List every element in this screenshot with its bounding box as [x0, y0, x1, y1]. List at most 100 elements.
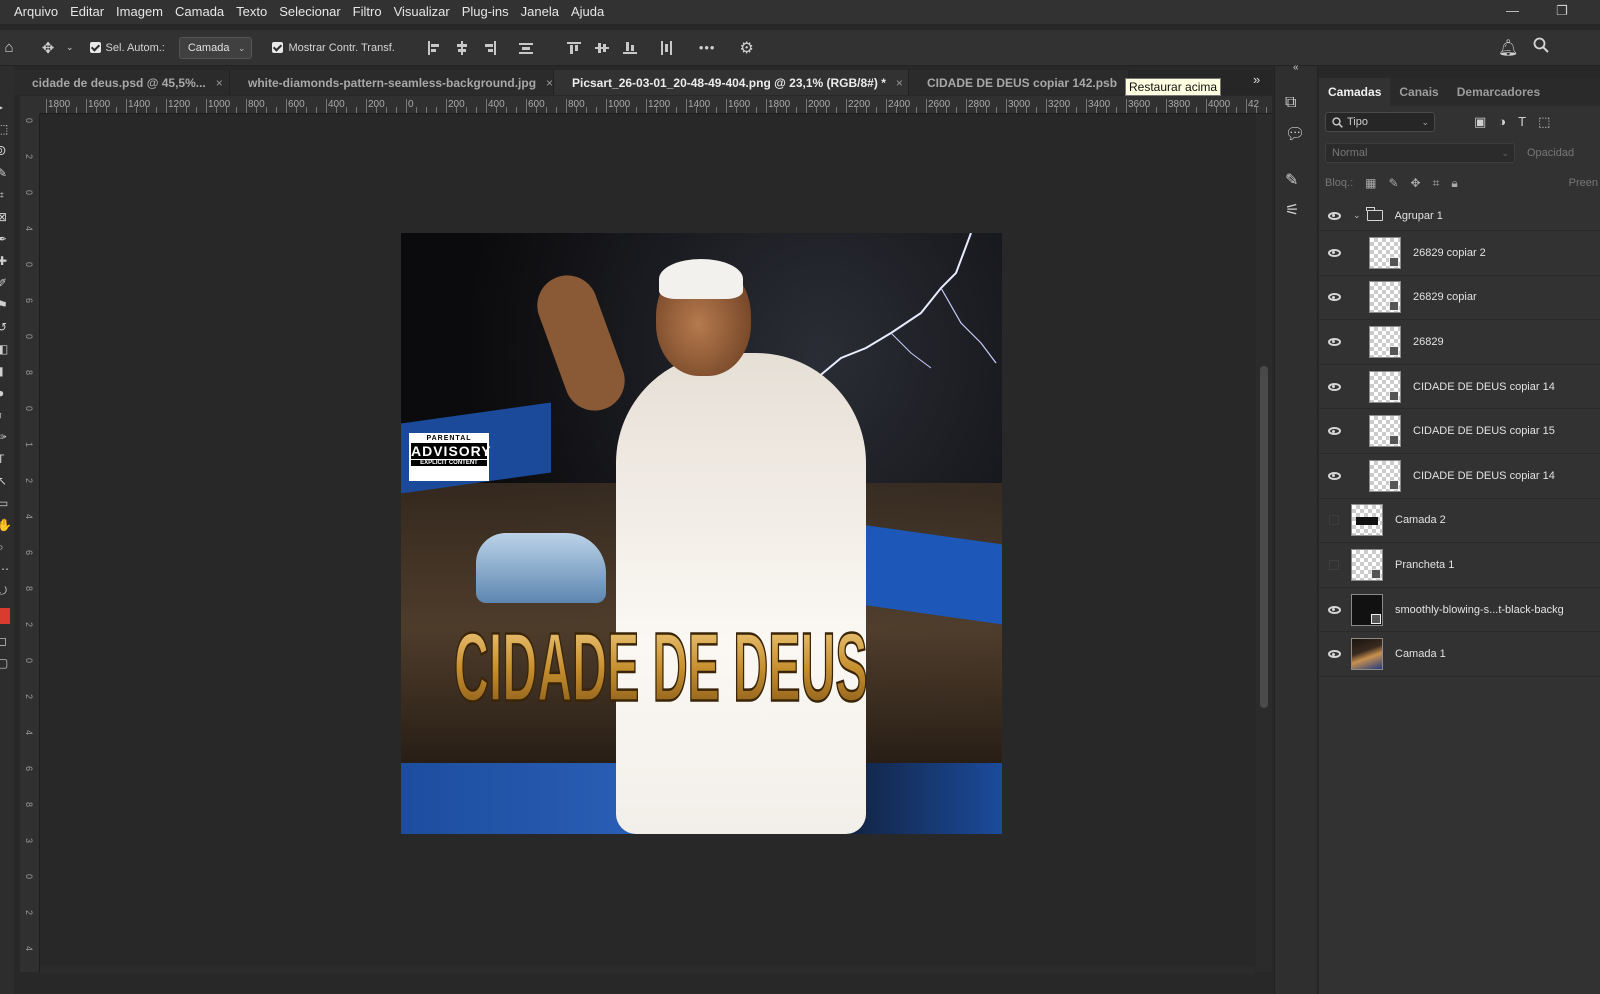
menu-imagem[interactable]: Imagem: [110, 0, 169, 24]
menu-filtro[interactable]: Filtro: [347, 0, 388, 24]
pen-tool[interactable]: ✑: [0, 426, 14, 448]
menu-janela[interactable]: Janela: [515, 0, 565, 24]
bell-icon[interactable]: 🔔︎: [1498, 38, 1518, 58]
layer-row[interactable]: CIDADE DE DEUS copiar 15: [1319, 409, 1600, 454]
tab-canais[interactable]: Canais: [1390, 78, 1447, 106]
search-icon[interactable]: [1533, 37, 1549, 53]
screen-mode-icon[interactable]: ▢: [0, 652, 14, 674]
tab-white-diamonds[interactable]: white-diamonds-pattern-seamless-backgrou…: [230, 70, 554, 95]
align-center-horizontal-icon[interactable]: [455, 40, 469, 55]
layer-row[interactable]: Prancheta 1: [1319, 543, 1600, 588]
vertical-scrollbar[interactable]: [1256, 114, 1272, 972]
visibility-toggle[interactable]: [1319, 471, 1349, 480]
image-filter-icon[interactable]: ▣: [1474, 114, 1486, 130]
type-tool[interactable]: T: [0, 448, 14, 470]
history-brush-tool[interactable]: ↺: [0, 316, 14, 338]
distribute-vertical-icon[interactable]: [659, 40, 673, 55]
align-top-icon[interactable]: [566, 41, 581, 55]
menu-plugins[interactable]: Plug-ins: [456, 0, 515, 24]
eraser-tool[interactable]: ◧: [0, 338, 14, 360]
menu-visualizar[interactable]: Visualizar: [388, 0, 456, 24]
align-middle-icon[interactable]: [594, 41, 609, 55]
brush-tool[interactable]: ✐: [0, 272, 14, 294]
lock-transparency-icon[interactable]: ▦: [1365, 176, 1376, 191]
chevron-down-icon[interactable]: ⌄: [1353, 210, 1361, 221]
blend-mode-select[interactable]: Normal ⌄: [1325, 143, 1515, 163]
menu-texto[interactable]: Texto: [230, 0, 273, 24]
history-icon[interactable]: ⧉: [1285, 94, 1296, 112]
blur-tool[interactable]: ●: [0, 382, 14, 404]
comments-icon[interactable]: 💬︎: [1285, 124, 1305, 144]
move-tool[interactable]: ▸: [0, 96, 14, 118]
minimize-button[interactable]: —: [1506, 0, 1519, 24]
marquee-tool[interactable]: ⬚: [0, 118, 14, 140]
menu-selecionar[interactable]: Selecionar: [273, 0, 346, 24]
auto-select-target-select[interactable]: Camada ⌄: [178, 36, 253, 59]
dodge-tool[interactable]: ◐: [0, 404, 14, 426]
menu-editar[interactable]: Editar: [64, 0, 110, 24]
close-icon[interactable]: ×: [546, 76, 553, 90]
visibility-toggle[interactable]: [1319, 211, 1349, 220]
crop-tool[interactable]: ⌗: [0, 184, 14, 206]
visibility-toggle[interactable]: [1319, 293, 1349, 302]
adjustments-icon[interactable]: ⚟: [1285, 200, 1299, 220]
layer-filter-select[interactable]: Tipo ⌄: [1325, 112, 1435, 132]
stamp-tool[interactable]: ⚑: [0, 294, 14, 316]
close-icon[interactable]: ×: [896, 76, 903, 90]
visibility-toggle[interactable]: [1319, 382, 1349, 391]
frame-tool[interactable]: ⊠: [0, 206, 14, 228]
tab-demarcadores[interactable]: Demarcadores: [1448, 78, 1549, 106]
visibility-toggle[interactable]: [1319, 337, 1349, 346]
tab-cidade-de-deus-psd[interactable]: cidade de deus.psd @ 45,5%... ×: [14, 70, 230, 95]
shape-tool[interactable]: ▭: [0, 492, 14, 514]
hand-tool[interactable]: ✋: [0, 514, 14, 536]
tab-overflow-button[interactable]: »: [1253, 72, 1260, 87]
gradient-tool[interactable]: ▮: [0, 360, 14, 382]
auto-select-checkbox[interactable]: Sel. Autom.:: [89, 42, 165, 54]
lasso-tool[interactable]: ᕲ: [0, 140, 14, 162]
tool-preset-chevron-icon[interactable]: ⌄: [66, 42, 74, 53]
tab-camadas[interactable]: Camadas: [1319, 78, 1391, 106]
close-icon[interactable]: ×: [216, 76, 223, 90]
layer-row[interactable]: CIDADE DE DEUS copiar 14: [1319, 365, 1600, 410]
tab-cidade-copiar-142[interactable]: CIDADE DE DEUS copiar 142.psb ×: [909, 70, 1129, 95]
move-tool-icon[interactable]: ✥: [38, 39, 58, 57]
more-tools-icon[interactable]: ⋯: [0, 558, 14, 580]
document-artwork[interactable]: 100 CIDADE DE DEUS PARENTAL ADVISORY EXP…: [401, 233, 1002, 834]
menu-ajuda[interactable]: Ajuda: [565, 0, 610, 24]
layer-group[interactable]: ⌄ Agrupar 1: [1319, 201, 1600, 231]
layer-row[interactable]: Camada 2: [1319, 499, 1600, 544]
visibility-toggle[interactable]: [1319, 650, 1349, 659]
visibility-toggle[interactable]: [1319, 515, 1349, 526]
menu-arquivo[interactable]: Arquivo: [8, 0, 64, 24]
lock-all-icon[interactable]: 🔒︎: [1451, 176, 1457, 191]
lock-position-icon[interactable]: ✥: [1411, 176, 1421, 191]
align-bottom-icon[interactable]: [622, 41, 637, 55]
show-transform-checkbox[interactable]: Mostrar Contr. Transf.: [272, 42, 395, 54]
lock-pixels-icon[interactable]: ✎: [1388, 176, 1398, 191]
brush-settings-icon[interactable]: ✎: [1285, 170, 1298, 190]
path-select-tool[interactable]: ↖: [0, 470, 14, 492]
visibility-toggle[interactable]: [1319, 248, 1349, 257]
layer-row[interactable]: 26829 copiar 2: [1319, 231, 1600, 276]
layer-row[interactable]: Camada 1: [1319, 632, 1600, 677]
restore-window-button[interactable]: ❐: [1556, 0, 1568, 24]
collapse-arrows-icon[interactable]: «: [1293, 62, 1299, 73]
layer-row[interactable]: 26829: [1319, 320, 1600, 365]
eyedropper-tool[interactable]: ✒: [0, 228, 14, 250]
canvas-area[interactable]: 100 CIDADE DE DEUS PARENTAL ADVISORY EXP…: [40, 114, 1255, 972]
horizontal-scrollbar[interactable]: [40, 966, 1255, 974]
zoom-tool[interactable]: ⌕: [0, 536, 14, 558]
foreground-color-swatch[interactable]: [0, 608, 10, 624]
layer-row[interactable]: smoothly-blowing-s...t-black-backg: [1319, 588, 1600, 633]
quick-mask-icon[interactable]: ◻: [0, 630, 14, 652]
distribute-icon[interactable]: [518, 41, 533, 55]
gear-icon[interactable]: ⚙: [739, 38, 753, 58]
home-icon[interactable]: ⌂: [0, 39, 18, 56]
type-filter-icon[interactable]: T: [1518, 114, 1526, 130]
visibility-toggle[interactable]: [1319, 605, 1349, 614]
layer-row[interactable]: 26829 copiar: [1319, 276, 1600, 321]
lock-artboard-icon[interactable]: ⌗: [1433, 176, 1440, 191]
swap-colors-icon[interactable]: ⤾: [0, 580, 14, 602]
scrollbar-thumb[interactable]: [1260, 366, 1268, 708]
